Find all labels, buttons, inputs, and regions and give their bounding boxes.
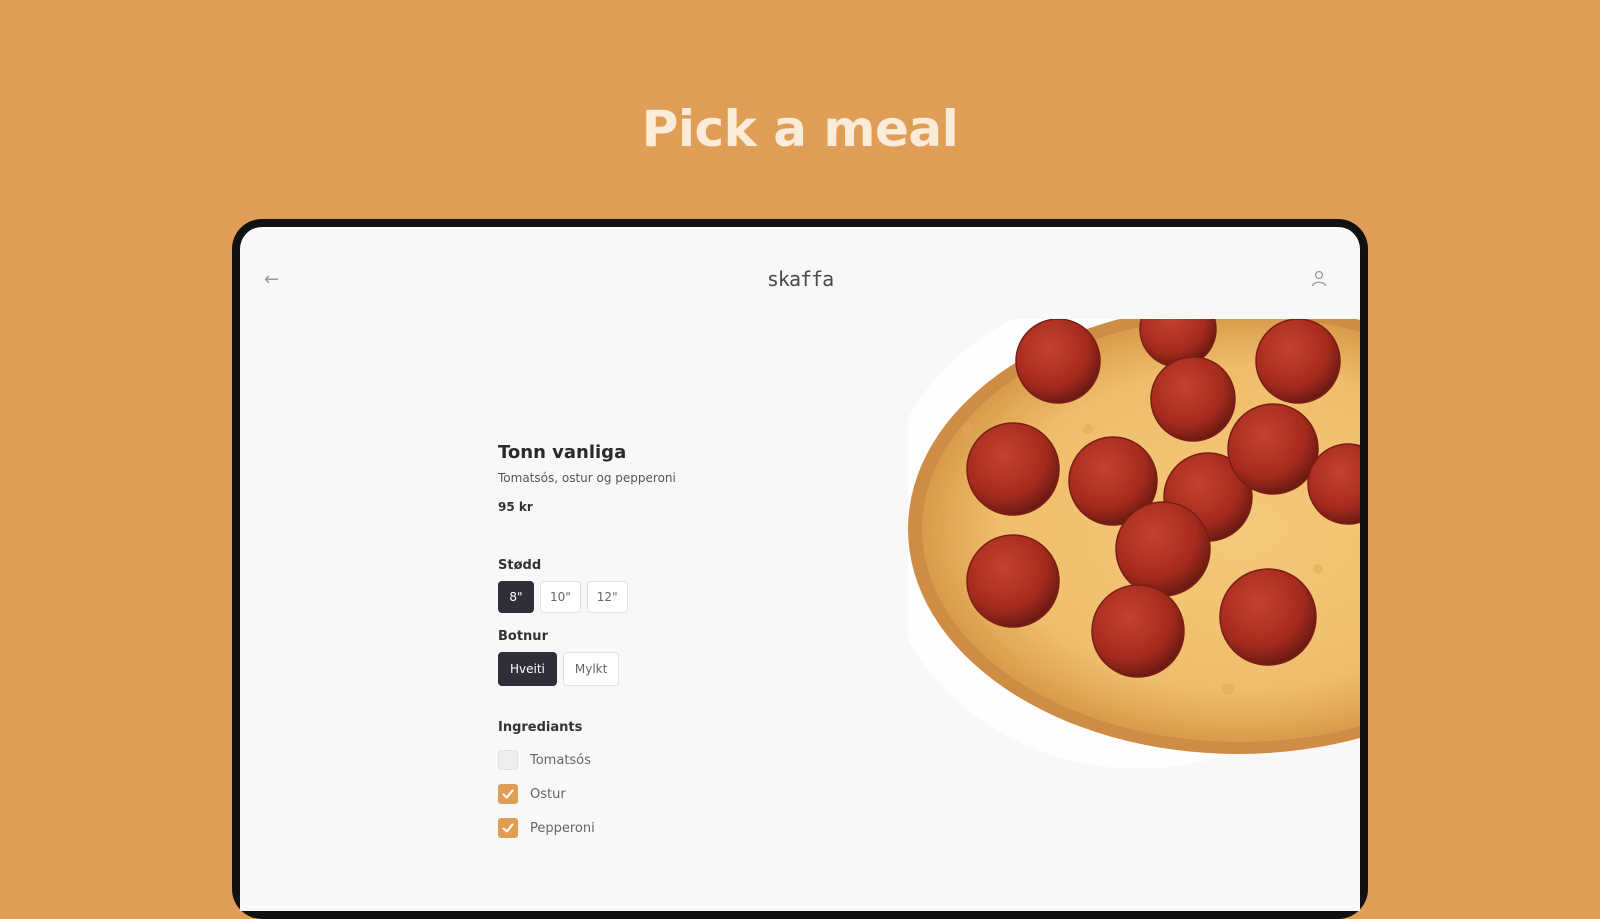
size-option-8[interactable]: 8" <box>498 581 534 613</box>
crust-option-hveiti[interactable]: Hveiti <box>498 652 557 686</box>
size-options: 8" 10" 12" <box>498 581 818 613</box>
app-screen: ← skaffa Tonn vanliga Tomatsós, ostur og… <box>240 227 1360 911</box>
check-icon <box>502 823 514 833</box>
crust-option-mylkt[interactable]: Mylkt <box>562 652 620 686</box>
app-logo: skaffa <box>766 267 834 291</box>
ingredient-label: Ostur <box>530 786 566 802</box>
product-price: 95 kr <box>498 500 533 514</box>
top-bar: ← skaffa <box>240 227 1360 317</box>
checkbox-checked[interactable] <box>498 784 518 804</box>
tablet-frame: ← skaffa Tonn vanliga Tomatsós, ostur og… <box>232 219 1368 919</box>
pizza-image <box>908 319 1360 911</box>
crust-label: Botnur <box>498 629 548 644</box>
size-option-10[interactable]: 10" <box>540 581 581 613</box>
ingredient-label: Pepperoni <box>530 820 595 836</box>
size-option-12[interactable]: 12" <box>586 581 628 613</box>
crust-options: Hveiti Mylkt <box>498 652 818 686</box>
ingredients-label: Ingrediants <box>498 720 583 735</box>
ingredient-item[interactable]: Pepperoni <box>498 811 818 845</box>
ingredients-list: Tomatsós Ostur Pepperoni <box>498 743 818 845</box>
user-icon[interactable] <box>1310 269 1328 287</box>
product-title: Tonn vanliga <box>498 442 627 463</box>
ingredient-label: Tomatsós <box>530 752 591 768</box>
check-icon <box>502 789 514 799</box>
product-description: Tomatsós, ostur og pepperoni <box>498 471 676 485</box>
size-label: Stødd <box>498 558 542 573</box>
ingredient-item[interactable]: Tomatsós <box>498 743 818 777</box>
checkbox-checked[interactable] <box>498 818 518 838</box>
headline: Pick a meal <box>641 100 959 158</box>
product-details: Tonn vanliga Tomatsós, ostur og pepperon… <box>498 442 818 845</box>
checkbox-unchecked[interactable] <box>498 750 518 770</box>
ingredient-item[interactable]: Ostur <box>498 777 818 811</box>
